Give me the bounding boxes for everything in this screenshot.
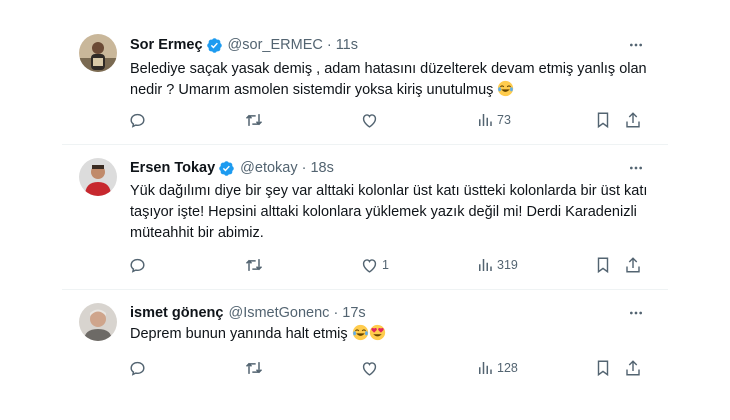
share-icon <box>626 257 640 273</box>
like-button[interactable]: 1 <box>360 253 389 277</box>
more-options-icon[interactable] <box>626 303 646 323</box>
tweet-text: Yük dağılımı diye bir şey var alttaki ko… <box>130 181 650 244</box>
verified-badge-icon <box>206 37 222 53</box>
separator: · <box>326 37 332 53</box>
views-button[interactable]: 128 <box>476 356 518 380</box>
bookmark-icon <box>597 257 609 274</box>
views-button[interactable]: 319 <box>476 253 518 277</box>
share-button[interactable] <box>624 253 642 277</box>
tweet-header: Sor Ermeç @sor_ERMEC · 11s <box>130 35 358 55</box>
avatar[interactable] <box>79 158 117 196</box>
display-name[interactable]: ismet gönenç <box>130 305 223 321</box>
avatar[interactable] <box>79 303 117 341</box>
heart-icon <box>362 113 377 128</box>
tweet-actions: 73 <box>120 108 650 132</box>
view-count: 128 <box>497 361 518 375</box>
face-with-tears-of-joy-icon <box>352 324 368 341</box>
heart-icon <box>362 258 377 273</box>
tweet-text: Deprem bunun yanında halt etmiş <box>130 324 650 345</box>
reply-button[interactable] <box>128 253 150 277</box>
heart-icon <box>362 361 377 376</box>
analytics-icon <box>479 362 492 374</box>
reply-icon <box>130 258 145 273</box>
reply-icon <box>130 113 145 128</box>
share-icon <box>626 360 640 376</box>
avatar[interactable] <box>79 34 117 72</box>
retweet-button[interactable] <box>244 253 267 277</box>
bookmark-button[interactable] <box>594 253 612 277</box>
retweet-icon <box>245 362 263 374</box>
tweet-body: Yük dağılımı diye bir şey var alttaki ko… <box>130 183 648 241</box>
face-with-tears-of-joy-icon <box>498 80 514 97</box>
analytics-icon <box>479 259 492 271</box>
tweet-1[interactable]: Sor Ermeç @sor_ERMEC · 11s Belediye saça… <box>0 0 730 144</box>
user-handle[interactable]: @sor_ERMEC <box>228 37 323 53</box>
tweet-body: Belediye saçak yasak demiş , adam hatası… <box>130 61 647 98</box>
tweet-2[interactable]: Ersen Tokay @etokay · 18s Yük dağılımı d… <box>0 144 730 289</box>
retweet-icon <box>245 259 263 271</box>
share-button[interactable] <box>624 356 642 380</box>
more-options-icon[interactable] <box>626 158 646 178</box>
like-button[interactable] <box>360 108 382 132</box>
like-button[interactable] <box>360 356 382 380</box>
reply-button[interactable] <box>128 356 150 380</box>
retweet-icon <box>245 114 263 126</box>
timestamp[interactable]: 11s <box>336 37 358 53</box>
user-handle[interactable]: @etokay <box>240 160 297 176</box>
tweet-body: Deprem bunun yanında halt etmiş <box>130 326 348 342</box>
tweet-header: Ersen Tokay @etokay · 18s <box>130 158 334 178</box>
tweet-3[interactable]: ismet gönenç @IsmetGonenc · 17s Deprem b… <box>0 289 730 420</box>
tweet-header: ismet gönenç @IsmetGonenc · 17s <box>130 303 366 323</box>
timestamp[interactable]: 17s <box>342 305 365 321</box>
bookmark-button[interactable] <box>594 356 612 380</box>
display-name[interactable]: Ersen Tokay <box>130 160 215 176</box>
reply-icon <box>130 361 145 376</box>
tweet-actions: 1 319 <box>120 253 650 277</box>
share-icon <box>626 112 640 128</box>
separator: · <box>301 160 307 176</box>
view-count: 319 <box>497 258 518 272</box>
like-count: 1 <box>382 258 389 272</box>
smiling-face-with-heart-eyes-icon <box>369 324 385 341</box>
tweet-feed: Sor Ermeç @sor_ERMEC · 11s Belediye saça… <box>0 0 730 420</box>
bookmark-icon <box>597 360 609 377</box>
more-options-icon[interactable] <box>626 35 646 55</box>
views-button[interactable]: 73 <box>476 108 511 132</box>
tweet-actions: 128 <box>120 356 650 380</box>
retweet-button[interactable] <box>244 356 267 380</box>
view-count: 73 <box>497 113 511 127</box>
analytics-icon <box>479 114 492 126</box>
timestamp[interactable]: 18s <box>310 160 333 176</box>
verified-badge-icon <box>219 160 234 176</box>
bookmark-button[interactable] <box>594 108 612 132</box>
share-button[interactable] <box>624 108 642 132</box>
user-handle[interactable]: @IsmetGonenc <box>228 305 329 321</box>
display-name[interactable]: Sor Ermeç <box>130 37 203 53</box>
tweet-text: Belediye saçak yasak demiş , adam hatası… <box>130 59 650 101</box>
separator: · <box>333 305 339 321</box>
reply-button[interactable] <box>128 108 150 132</box>
bookmark-icon <box>597 112 609 129</box>
retweet-button[interactable] <box>244 108 267 132</box>
